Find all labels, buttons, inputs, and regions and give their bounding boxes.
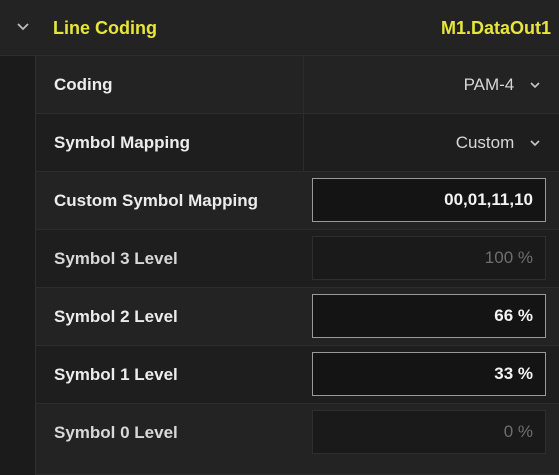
section-header[interactable]: Line Coding M1.DataOut1 xyxy=(0,0,559,56)
dropdown-value: PAM-4 xyxy=(463,74,515,94)
property-label: Symbol 1 Level xyxy=(54,364,178,384)
property-row-symbol-0-level: Symbol 0 Level 0 % xyxy=(36,404,559,475)
column-divider xyxy=(303,114,304,171)
symbol-1-level-input[interactable]: 33 % xyxy=(312,352,546,396)
symbol-0-level-input: 0 % xyxy=(312,410,546,454)
coding-dropdown[interactable]: PAM-4 xyxy=(464,75,541,95)
tree-indent-gutter xyxy=(0,56,36,475)
symbol-mapping-dropdown[interactable]: Custom xyxy=(456,133,541,153)
property-label: Symbol 0 Level xyxy=(54,423,178,442)
section-title: Line Coding xyxy=(53,18,157,38)
property-label: Coding xyxy=(54,74,113,94)
custom-symbol-mapping-input[interactable]: 00,01,11,10 xyxy=(312,178,546,222)
dropdown-value: Custom xyxy=(455,132,515,152)
column-divider xyxy=(303,56,304,113)
symbol-2-level-input[interactable]: 66 % xyxy=(312,294,546,338)
property-label: Symbol Mapping xyxy=(54,132,190,152)
property-label: Custom Symbol Mapping xyxy=(54,190,258,210)
target-channel-label: M1.DataOut1 xyxy=(440,18,551,38)
property-row-symbol-1-level: Symbol 1 Level 33 % xyxy=(36,346,559,404)
property-row-symbol-3-level: Symbol 3 Level 100 % xyxy=(36,230,559,288)
property-label: Symbol 2 Level xyxy=(54,306,178,326)
chevron-down-icon xyxy=(530,140,540,147)
property-row-custom-symbol-mapping: Custom Symbol Mapping 00,01,11,10 xyxy=(36,172,559,230)
property-row-symbol-mapping: Symbol Mapping Custom xyxy=(36,114,559,172)
property-row-coding: Coding PAM-4 xyxy=(36,56,559,114)
chevron-down-icon[interactable] xyxy=(14,18,32,36)
line-coding-panel: Line Coding M1.DataOut1 Coding PAM-4 Sym… xyxy=(0,0,559,475)
property-row-symbol-2-level: Symbol 2 Level 66 % xyxy=(36,288,559,346)
symbol-3-level-input: 100 % xyxy=(312,236,546,280)
chevron-down-icon xyxy=(530,82,540,89)
property-label: Symbol 3 Level xyxy=(54,248,178,268)
